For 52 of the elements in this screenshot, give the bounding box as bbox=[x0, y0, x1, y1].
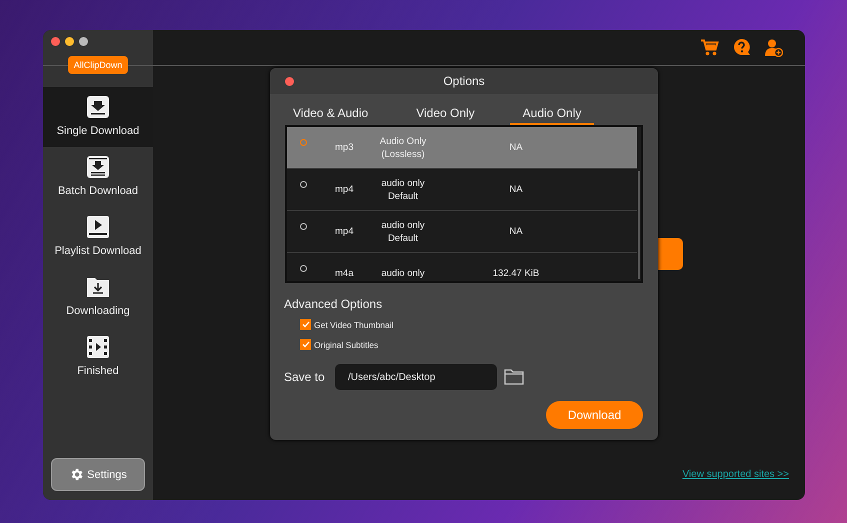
format-text: mp3 bbox=[335, 142, 354, 153]
quality-text: audio only Default bbox=[380, 176, 426, 202]
quality-text: audio only bbox=[380, 267, 426, 280]
section-heading: Advanced Options bbox=[283, 296, 384, 311]
size-text: NA bbox=[508, 226, 524, 237]
format-tab[interactable]: Video & Audio bbox=[280, 104, 382, 125]
option-label: Get Video Thumbnail bbox=[314, 320, 394, 330]
settings-icon bbox=[69, 467, 84, 482]
download-tray-icon bbox=[86, 155, 110, 179]
sidebar-item[interactable]: Downloading bbox=[43, 267, 153, 327]
save-to-label: Save to bbox=[284, 370, 326, 384]
check-icon bbox=[302, 321, 310, 328]
checkbox[interactable] bbox=[300, 319, 311, 330]
sidebar-item[interactable]: Playlist Download bbox=[43, 207, 153, 267]
radio-button[interactable] bbox=[300, 223, 307, 230]
folder-icon[interactable] bbox=[504, 369, 524, 385]
cart-icon[interactable] bbox=[701, 39, 719, 56]
film-icon bbox=[86, 335, 110, 359]
supported-sites-link[interactable]: View supported sites >> bbox=[682, 469, 789, 480]
radio-button[interactable] bbox=[300, 265, 307, 272]
radio-button[interactable] bbox=[300, 181, 307, 188]
format-tab[interactable]: Video Only bbox=[403, 104, 488, 125]
format-text: mp4 bbox=[335, 226, 354, 237]
sidebar-item[interactable]: Finished bbox=[43, 327, 153, 387]
size-text: 132.47 KiB bbox=[492, 268, 540, 279]
quality-text: Audio Only (Lossless) bbox=[378, 134, 428, 160]
quality-text: audio only Default bbox=[380, 218, 426, 244]
format-row[interactable]: mp3 Audio Only (Lossless) NA bbox=[287, 127, 637, 169]
app-logo: AllClipDown bbox=[68, 56, 128, 74]
checkbox[interactable] bbox=[300, 339, 311, 350]
user-add-icon[interactable] bbox=[765, 38, 783, 56]
close-button[interactable] bbox=[51, 37, 60, 46]
dialog-title: Options bbox=[443, 74, 485, 88]
radio-button[interactable] bbox=[300, 139, 307, 146]
folder-download-icon bbox=[86, 275, 110, 299]
minimize-button[interactable] bbox=[65, 37, 74, 46]
size-text: NA bbox=[508, 184, 524, 195]
option-label: Original Subtitles bbox=[314, 340, 378, 350]
format-text: mp4 bbox=[335, 184, 354, 195]
help-icon[interactable] bbox=[733, 38, 751, 56]
save-path-field[interactable]: /Users/abc/Desktop bbox=[335, 364, 497, 390]
zoom-button[interactable] bbox=[79, 37, 88, 46]
check-icon bbox=[302, 341, 310, 348]
settings-button[interactable]: Settings bbox=[51, 458, 145, 491]
format-text: m4a bbox=[335, 268, 354, 279]
scrollbar[interactable] bbox=[638, 171, 640, 279]
sidebar-item[interactable]: Batch Download bbox=[43, 147, 153, 207]
close-button[interactable] bbox=[285, 77, 294, 86]
download-tray-icon bbox=[86, 95, 110, 119]
play-screen-icon bbox=[86, 215, 110, 239]
sidebar-item[interactable]: Single Download bbox=[43, 87, 153, 147]
size-text: NA bbox=[508, 142, 524, 153]
